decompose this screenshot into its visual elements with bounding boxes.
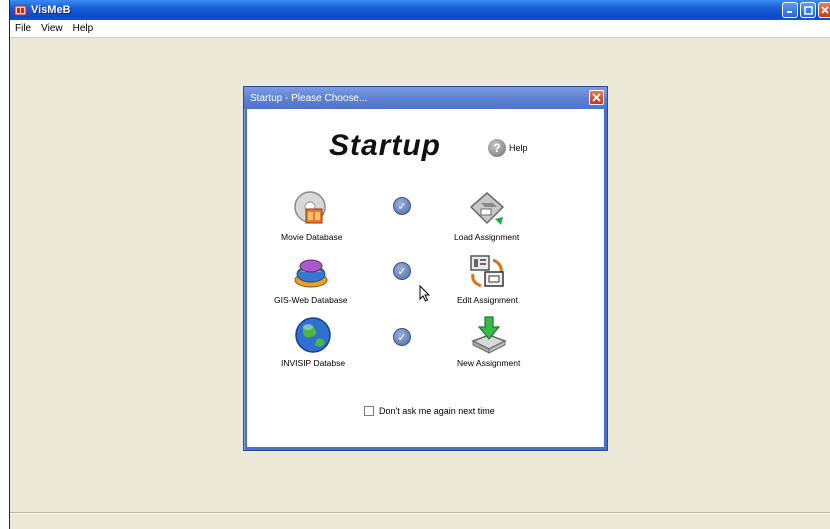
option-invisip-database[interactable]: INVISIP Databse [281, 315, 345, 368]
gis-web-database-icon [291, 252, 331, 292]
dont-ask-label: Don't ask me again next time [379, 406, 495, 416]
app-titlebar[interactable]: VisMeB [10, 0, 830, 20]
globe-icon [293, 315, 333, 355]
dont-ask-checkbox[interactable] [364, 406, 374, 416]
load-assignment-icon [467, 189, 507, 229]
menu-file[interactable]: File [10, 23, 36, 34]
new-assignment-icon [469, 315, 509, 355]
mouse-cursor-icon [419, 285, 431, 302]
maximize-button[interactable] [800, 2, 816, 18]
option-new-assignment[interactable]: New Assignment [457, 315, 520, 368]
dialog-close-button[interactable] [589, 90, 604, 105]
dialog-titlebar[interactable]: Startup - Please Choose... [244, 87, 607, 109]
close-button[interactable] [818, 2, 830, 18]
maximize-icon [803, 5, 813, 15]
help-button[interactable]: ? Help [488, 139, 528, 157]
option-label: Movie Database [281, 232, 343, 242]
app-title: VisMeB [31, 4, 71, 16]
startup-heading: Startup [329, 129, 441, 162]
option-edit-assignment[interactable]: Edit Assignment [457, 252, 518, 305]
dialog-title: Startup - Please Choose... [250, 92, 368, 104]
checkmark-icon: ✓ [393, 328, 411, 346]
window-controls [782, 2, 830, 18]
question-mark-icon: ? [488, 139, 506, 157]
option-label: New Assignment [457, 358, 521, 368]
close-icon [592, 93, 601, 102]
option-movie-database[interactable]: Movie Database [281, 189, 342, 242]
menu-view[interactable]: View [36, 23, 68, 34]
startup-dialog: Startup - Please Choose... Startup ? Hel… [243, 86, 608, 451]
menubar: File View Help [10, 20, 830, 38]
app-icon [13, 3, 27, 17]
minimize-button[interactable] [782, 2, 798, 18]
option-label: GIS-Web Database [274, 295, 348, 305]
checkmark-icon: ✓ [393, 197, 411, 215]
option-label: Load Assignment [454, 232, 520, 242]
dont-ask-checkbox-row[interactable]: Don't ask me again next time [364, 406, 495, 416]
close-icon [820, 6, 829, 14]
movie-database-icon [292, 189, 332, 229]
checkmark-icon: ✓ [393, 262, 411, 280]
option-label: Edit Assignment [457, 295, 518, 305]
status-bar [10, 513, 830, 529]
edit-assignment-icon [467, 252, 507, 292]
option-gis-web-database[interactable]: GIS-Web Database [274, 252, 348, 305]
menu-help[interactable]: Help [68, 23, 99, 34]
option-load-assignment[interactable]: Load Assignment [454, 189, 519, 242]
minimize-icon [787, 11, 792, 13]
option-label: INVISIP Databse [281, 358, 346, 368]
help-label: Help [509, 143, 528, 153]
dialog-body: Startup ? Help Movie Database ✓ GIS-Web … [247, 109, 604, 447]
